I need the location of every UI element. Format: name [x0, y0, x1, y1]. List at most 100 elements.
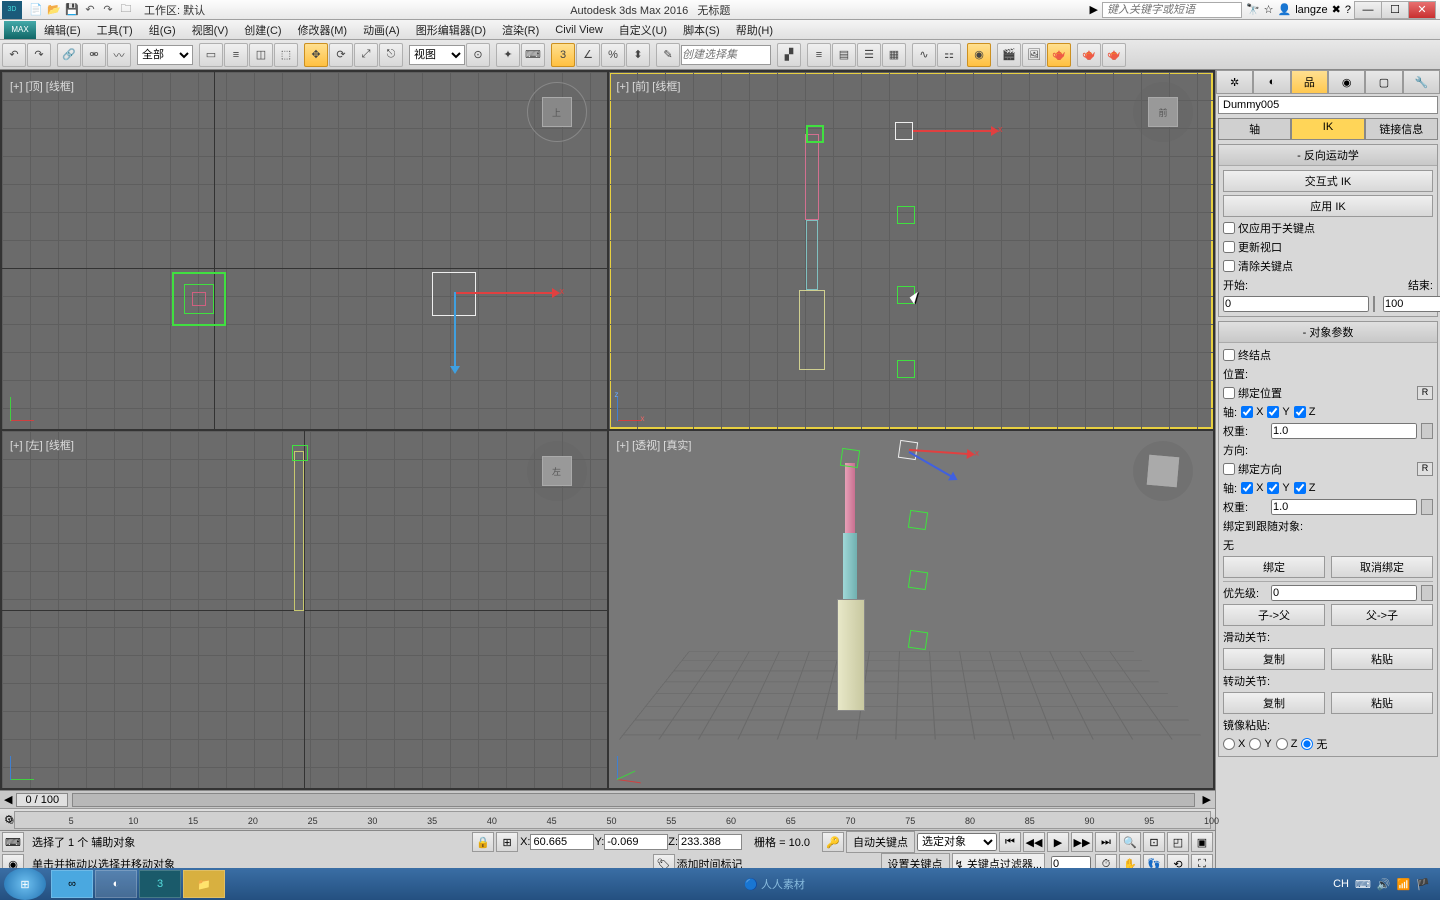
select-region-button[interactable]: ◫ [249, 43, 273, 67]
menu-tools[interactable]: 工具(T) [89, 20, 141, 40]
maximize-button[interactable]: ☐ [1381, 1, 1409, 19]
interactive-ik-button[interactable]: 交互式 IK [1223, 170, 1433, 192]
reset-orient-button[interactable]: R [1417, 462, 1433, 476]
select-name-button[interactable]: ≡ [224, 43, 248, 67]
rot-copy-button[interactable]: 复制 [1223, 692, 1325, 714]
nav-fov-icon[interactable]: ◰ [1167, 832, 1189, 852]
select-rotate-button[interactable]: ⟳ [329, 43, 353, 67]
y-coord-input[interactable] [604, 834, 668, 850]
redo-button[interactable]: ↷ [27, 43, 51, 67]
tray-lang[interactable]: CH [1333, 878, 1349, 890]
child-parent-button[interactable]: 子->父 [1223, 604, 1325, 626]
help-search-input[interactable] [1102, 2, 1242, 18]
project-icon[interactable]: 🗀 [118, 2, 134, 18]
weight-pos-input[interactable] [1271, 423, 1417, 439]
render-setup-button[interactable]: 🎬 [997, 43, 1021, 67]
close-button[interactable]: ✕ [1408, 1, 1436, 19]
pos-x-checkbox[interactable] [1241, 406, 1253, 418]
autokey-button[interactable]: 自动关键点 [846, 831, 915, 853]
rendered-frame-button[interactable]: 🖼 [1022, 43, 1046, 67]
new-icon[interactable]: 📄 [28, 2, 44, 18]
align-button[interactable]: ≡ [807, 43, 831, 67]
menu-customize[interactable]: 自定义(U) [611, 20, 675, 40]
schematic-button[interactable]: ⚏ [937, 43, 961, 67]
ref-coord-dropdown[interactable]: 视图 [409, 45, 465, 65]
menu-create[interactable]: 创建(C) [236, 20, 289, 40]
update-viewport-checkbox[interactable] [1223, 241, 1235, 253]
viewport-left[interactable]: [+] [左] [线框] 左 [2, 431, 607, 788]
bind-orient-checkbox[interactable] [1223, 463, 1235, 475]
window-crossing-button[interactable]: ⬚ [274, 43, 298, 67]
bind-position-checkbox[interactable] [1223, 387, 1235, 399]
timeslider-prev[interactable]: ◀ [0, 793, 16, 806]
open-icon[interactable]: 📂 [46, 2, 62, 18]
undo-button[interactable]: ↶ [2, 43, 26, 67]
precedence-input[interactable] [1271, 585, 1417, 601]
ribbon-button[interactable]: ▦ [882, 43, 906, 67]
arrow-icon[interactable]: ▶ [1089, 3, 1097, 16]
lock-selection-icon[interactable]: 🔒 [472, 832, 494, 852]
angle-snap-button[interactable]: ∠ [576, 43, 600, 67]
frame-indicator[interactable]: 0 / 100 [16, 793, 68, 807]
signin-icon[interactable]: 👤 [1278, 3, 1292, 16]
goto-end-icon[interactable]: ⏭ [1095, 832, 1117, 852]
favorite-icon[interactable]: ☆ [1264, 3, 1274, 16]
help-icon[interactable]: ? [1345, 4, 1351, 16]
setkey-icon[interactable]: 🔑 [822, 832, 844, 852]
nav-zoomregion-icon[interactable]: ▣ [1191, 832, 1213, 852]
keyboard-shortcut-button[interactable]: ⌨ [521, 43, 545, 67]
object-name-input[interactable] [1218, 96, 1438, 114]
orient-x-checkbox[interactable] [1241, 482, 1253, 494]
viewport-front-label[interactable]: [+] [前] [线框] [617, 78, 681, 94]
menu-edit[interactable]: 编辑(E) [36, 20, 89, 40]
reset-pos-button[interactable]: R [1417, 386, 1433, 400]
subtab-ik[interactable]: IK [1291, 118, 1364, 140]
orient-z-checkbox[interactable] [1294, 482, 1306, 494]
menu-grapheditors[interactable]: 图形编辑器(D) [408, 20, 494, 40]
mirror-button[interactable]: ▞ [777, 43, 801, 67]
sliding-paste-button[interactable]: 粘贴 [1331, 648, 1433, 670]
tab-utilities-icon[interactable]: 🔧 [1403, 70, 1440, 94]
z-coord-input[interactable] [678, 834, 742, 850]
rollout-objparam-header[interactable]: - 对象参数 [1219, 322, 1437, 343]
viewcube-persp[interactable] [1133, 441, 1193, 501]
select-object-button[interactable]: ▭ [199, 43, 223, 67]
absolute-mode-icon[interactable]: ⊞ [496, 832, 518, 852]
script-listener-icon[interactable]: ⌨ [2, 832, 24, 852]
workspace-label[interactable]: 工作区: 默认 [138, 2, 211, 18]
bind-space-button[interactable]: 〰 [107, 43, 131, 67]
precedence-spinner[interactable] [1421, 585, 1433, 601]
tray-network-icon[interactable]: 📶 [1397, 878, 1411, 891]
snap-toggle-button[interactable]: 3 [551, 43, 575, 67]
viewport-persp-label[interactable]: [+] [透视] [真实] [617, 437, 692, 453]
start-spinner[interactable] [1373, 296, 1375, 312]
orient-y-checkbox[interactable] [1267, 482, 1279, 494]
exchange-icon[interactable]: ✖ [1332, 3, 1341, 16]
undo-quick-icon[interactable]: ↶ [82, 2, 98, 18]
x-coord-input[interactable] [530, 834, 594, 850]
clear-keys-checkbox[interactable] [1223, 260, 1235, 272]
max-menu-icon[interactable]: MAX [4, 21, 36, 39]
viewport-perspective[interactable]: [+] [透视] [真实] [609, 431, 1214, 788]
tab-display-icon[interactable]: ▢ [1365, 70, 1402, 94]
menu-animation[interactable]: 动画(A) [355, 20, 408, 40]
end-frame-input[interactable] [1383, 296, 1440, 312]
tab-create-icon[interactable]: ✲ [1216, 70, 1253, 94]
redo-quick-icon[interactable]: ↷ [100, 2, 116, 18]
mirror-y-radio[interactable] [1249, 738, 1261, 750]
timeline-ruler[interactable]: 0510152025303540455055606570758085909510… [14, 811, 1211, 829]
menu-rendering[interactable]: 渲染(R) [494, 20, 547, 40]
rollout-ik-header[interactable]: - 反向运动学 [1219, 145, 1437, 166]
select-manipulate-button[interactable]: ✦ [496, 43, 520, 67]
menu-maxscript[interactable]: 脚本(S) [675, 20, 728, 40]
tray-ime-icon[interactable]: ⌨ [1355, 878, 1371, 891]
render-preset-button[interactable]: 🫖 [1102, 43, 1126, 67]
rot-paste-button[interactable]: 粘贴 [1331, 692, 1433, 714]
render-iterative-button[interactable]: 🫖 [1077, 43, 1101, 67]
tab-motion-icon[interactable]: ◉ [1328, 70, 1365, 94]
tray-sound-icon[interactable]: 🔊 [1377, 878, 1391, 891]
select-scale-button[interactable]: ⤢ [354, 43, 378, 67]
select-move-button[interactable]: ✥ [304, 43, 328, 67]
bind-button[interactable]: 绑定 [1223, 556, 1325, 578]
pos-z-checkbox[interactable] [1294, 406, 1306, 418]
